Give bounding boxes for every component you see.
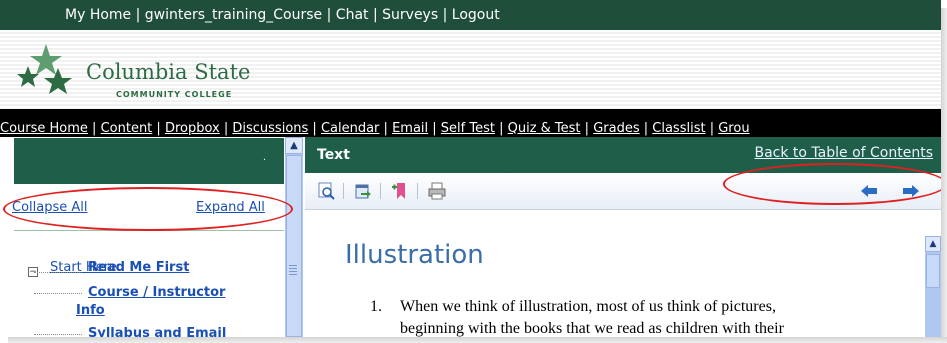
logo-banner: Columbia State COMMUNITY COLLEGE [0, 30, 941, 109]
content-toolbar [305, 173, 941, 210]
content-scroll-thumb[interactable] [926, 254, 940, 288]
chat-link[interactable]: Chat [336, 7, 369, 23]
tree-connector [34, 272, 82, 274]
print-icon[interactable] [427, 181, 447, 201]
college-logo[interactable]: Columbia State COMMUNITY COLLEGE [16, 40, 256, 104]
toolbar-separator [380, 183, 381, 199]
dropbox-link[interactable]: Dropbox [165, 121, 220, 136]
quiz-test-link[interactable]: Quiz & Test [508, 121, 581, 136]
top-nav-links: My Home | gwinters_training_Course | Cha… [65, 7, 500, 23]
toc-divider [14, 230, 284, 231]
toolbar-separator [417, 183, 418, 199]
export-icon[interactable] [353, 181, 373, 201]
page-heading: Illustration [345, 240, 484, 270]
screenshot-frame: My Home | gwinters_training_Course | Cha… [0, 0, 941, 337]
toc-header: . [14, 138, 284, 184]
top-navigation-bar: My Home | gwinters_training_Course | Cha… [0, 0, 941, 30]
tree-connector [34, 334, 82, 336]
content-link[interactable]: Content [101, 121, 153, 136]
paragraph-line: beginning with the books that we read as… [400, 320, 784, 337]
college-name: Columbia State [86, 60, 251, 84]
toc-scrollbar[interactable]: ▲ [285, 137, 303, 337]
window-shadow-bottom [8, 337, 947, 343]
toc-scroll-thumb[interactable] [286, 155, 302, 337]
course-name-link[interactable]: gwinters_training_Course [145, 7, 322, 23]
collapse-all-link[interactable]: Collapse All [12, 200, 88, 215]
groups-link[interactable]: Grou [718, 121, 749, 136]
bookmark-icon[interactable] [390, 181, 410, 201]
course-home-link[interactable]: Course Home [0, 121, 88, 136]
college-subtitle: COMMUNITY COLLEGE [116, 90, 233, 99]
window-shadow-right [941, 8, 947, 343]
list-number: 1. [370, 298, 382, 315]
content-header: Text Back to Table of Contents [305, 137, 941, 173]
back-to-toc-link[interactable]: Back to Table of Contents [754, 145, 933, 161]
scroll-grip-icon [289, 265, 297, 277]
classlist-link[interactable]: Classlist [652, 121, 705, 136]
tree-connector [34, 293, 82, 295]
scroll-up-arrow-icon[interactable]: ▲ [285, 137, 303, 154]
course-nav-links: Course Home | Content | Dropbox | Discus… [0, 121, 750, 136]
next-arrow-icon[interactable] [901, 181, 921, 201]
calendar-link[interactable]: Calendar [321, 121, 379, 136]
tree-item-course-instructor[interactable]: Course / Instructor [88, 285, 225, 300]
previous-arrow-icon[interactable] [859, 181, 879, 201]
magnify-icon[interactable] [317, 181, 337, 201]
scroll-up-arrow-icon[interactable]: ▲ [925, 236, 941, 252]
expand-all-link[interactable]: Expand All [196, 200, 265, 215]
surveys-link[interactable]: Surveys [382, 7, 438, 23]
grades-link[interactable]: Grades [593, 121, 639, 136]
tree-item-read-me-first[interactable]: Read Me First [88, 260, 189, 275]
toc-header-marker: . [262, 152, 266, 163]
star-logo-icon [17, 44, 72, 94]
discussions-link[interactable]: Discussions [232, 121, 308, 136]
toolbar-separator [343, 183, 344, 199]
email-link[interactable]: Email [392, 121, 428, 136]
content-scrollbar[interactable]: ▲ [925, 236, 941, 337]
tree-item-course-instructor-cont[interactable]: Info [76, 303, 105, 318]
self-test-link[interactable]: Self Test [441, 121, 495, 136]
list-item-text: When we think of illustration, most of u… [400, 296, 910, 337]
content-panel-title: Text [317, 147, 350, 163]
logout-link[interactable]: Logout [452, 7, 500, 23]
my-home-link[interactable]: My Home [65, 7, 131, 23]
paragraph-line: When we think of illustration, most of u… [400, 298, 776, 315]
content-body: Illustration 1. When we think of illustr… [305, 210, 925, 337]
table-of-contents-panel: . Collapse All Expand All − Start Here R… [0, 138, 285, 337]
course-navigation-bar: Course Home | Content | Dropbox | Discus… [0, 109, 941, 137]
tree-item-syllabus-email[interactable]: Syllabus and Email [88, 326, 226, 337]
